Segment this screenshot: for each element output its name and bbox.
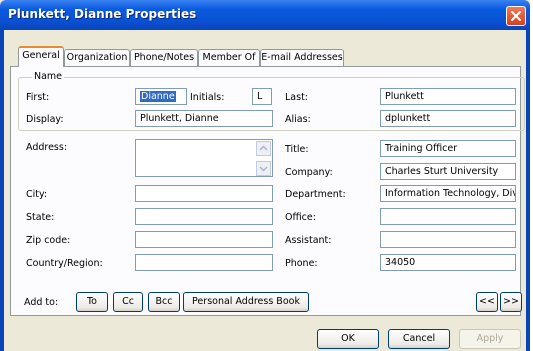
city-field[interactable] (135, 185, 273, 202)
next-button[interactable]: >> (500, 292, 522, 312)
zip-code-field[interactable] (135, 231, 273, 248)
scroll-down-icon (259, 166, 268, 172)
window-frame-right (526, 30, 530, 351)
window-title: Plunkett, Dianne Properties (8, 7, 197, 21)
properties-dialog: Plunkett, Dianne Properties General Orga… (0, 0, 530, 351)
company-value: Charles Sturt University (385, 166, 499, 177)
first-name-value: Dianne (140, 91, 176, 102)
alias-value: dplunkett (385, 113, 431, 124)
assistant-field[interactable] (380, 231, 516, 248)
city-label: City: (26, 189, 48, 200)
last-label: Last: (285, 92, 308, 103)
address-field[interactable] (135, 139, 273, 177)
title-label: Title: (285, 144, 309, 155)
add-to-bcc-button[interactable]: Bcc (148, 292, 180, 312)
cancel-button[interactable]: Cancel (388, 329, 450, 349)
state-label: State: (26, 212, 55, 223)
display-name-value: Plunkett, Dianne (140, 113, 219, 124)
phone-field[interactable]: 34050 (380, 254, 516, 271)
country-region-field[interactable] (135, 254, 273, 271)
address-scroll-up-button[interactable] (256, 141, 271, 156)
last-name-value: Plunkett (385, 91, 424, 102)
add-to-label: Add to: (24, 297, 59, 308)
tab-phone-notes[interactable]: Phone/Notes (130, 49, 198, 66)
country-region-label: Country/Region: (26, 258, 103, 269)
initials-label: Initials: (190, 92, 225, 103)
office-field[interactable] (380, 208, 516, 225)
ok-button[interactable]: OK (317, 329, 379, 349)
display-name-field[interactable]: Plunkett, Dianne (135, 110, 273, 127)
title-field[interactable]: Training Officer (380, 140, 516, 157)
zip-code-label: Zip code: (26, 235, 71, 246)
address-scroll-down-button[interactable] (256, 161, 271, 176)
department-field[interactable]: Information Technology, Divi (380, 185, 516, 202)
close-icon (511, 11, 521, 21)
title-bar[interactable]: Plunkett, Dianne Properties (0, 0, 530, 30)
department-value: Information Technology, Divi (385, 188, 516, 199)
office-label: Office: (285, 212, 316, 223)
phone-value: 34050 (385, 257, 416, 268)
apply-button[interactable]: Apply (459, 329, 521, 349)
close-button[interactable] (506, 6, 526, 26)
add-to-cc-button[interactable]: Cc (113, 292, 143, 312)
add-to-to-button[interactable]: To (76, 292, 108, 312)
display-label: Display: (26, 114, 64, 125)
company-label: Company: (285, 167, 333, 178)
initials-value: L (257, 91, 263, 102)
alias-field[interactable]: dplunkett (380, 110, 516, 127)
state-field[interactable] (135, 208, 273, 225)
previous-button[interactable]: << (476, 292, 498, 312)
department-label: Department: (285, 189, 346, 200)
initials-field[interactable]: L (252, 88, 272, 105)
assistant-label: Assistant: (285, 235, 332, 246)
alias-label: Alias: (285, 114, 311, 125)
scroll-up-icon (259, 145, 268, 151)
phone-label: Phone: (285, 258, 318, 269)
tab-email-addresses[interactable]: E-mail Addresses (260, 49, 344, 66)
tab-organization[interactable]: Organization (64, 49, 130, 66)
first-name-field[interactable]: Dianne (135, 88, 187, 105)
tab-general[interactable]: General (18, 46, 64, 67)
title-value: Training Officer (385, 143, 458, 154)
company-field[interactable]: Charles Sturt University (380, 163, 516, 180)
window-frame-left (0, 30, 4, 351)
personal-address-book-button[interactable]: Personal Address Book (183, 292, 309, 312)
first-label: First: (26, 92, 50, 103)
address-label: Address: (26, 142, 68, 153)
name-group-legend: Name (32, 71, 65, 82)
last-name-field[interactable]: Plunkett (380, 88, 516, 105)
tab-member-of[interactable]: Member Of (198, 49, 260, 66)
